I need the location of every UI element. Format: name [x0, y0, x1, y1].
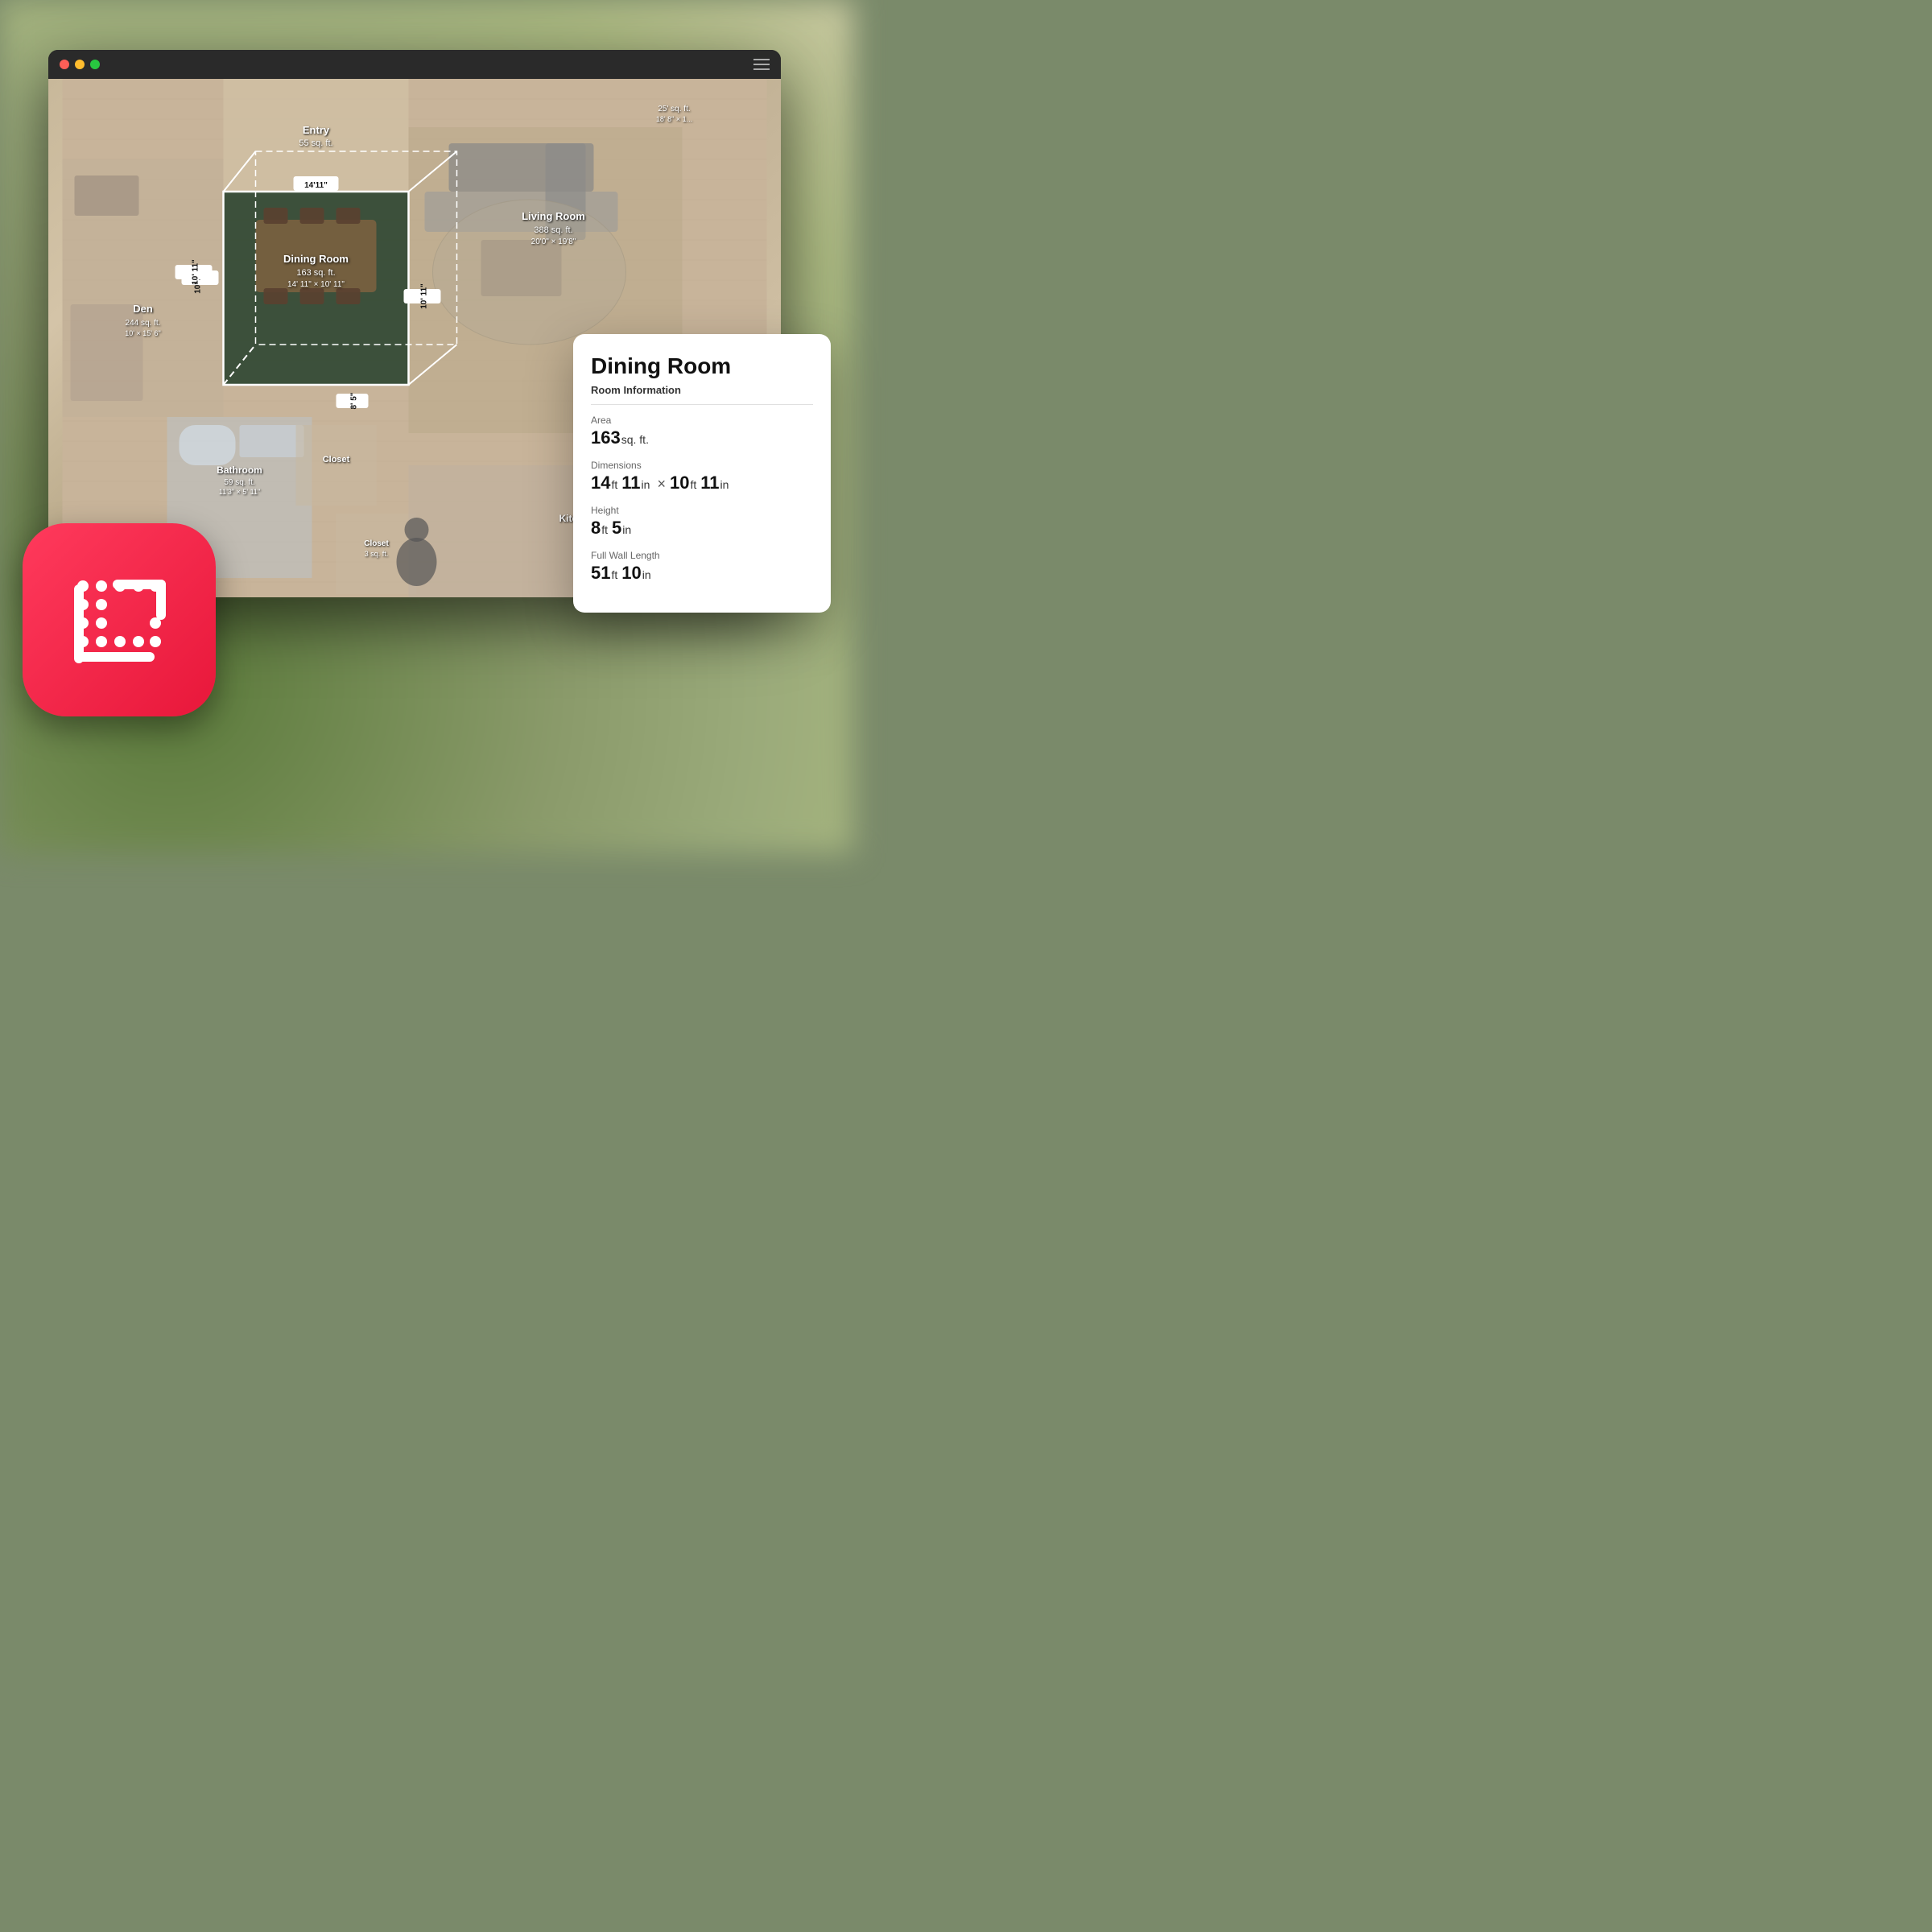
svg-text:10' 11": 10' 11"	[420, 283, 429, 309]
svg-text:Dining Room: Dining Room	[283, 253, 349, 265]
wall-length-value: 51 ft 10 in	[591, 563, 813, 584]
section-label: Room Information	[591, 384, 813, 396]
dimensions-value: 14 ft 11 in × 10 ft 11 in	[591, 473, 813, 493]
svg-text:14' 11" × 10' 11": 14' 11" × 10' 11"	[287, 280, 345, 289]
dim-ft-unit-2: ft	[690, 478, 696, 491]
svg-text:163 sq. ft.: 163 sq. ft.	[296, 268, 335, 278]
area-row: Area 163 sq. ft.	[591, 415, 813, 448]
wall-ft-unit: ft	[611, 568, 617, 581]
dimensions-label: Dimensions	[591, 460, 813, 471]
svg-text:55 sq. ft.: 55 sq. ft.	[299, 138, 332, 148]
height-value: 8 ft 5 in	[591, 518, 813, 539]
info-card: Dining Room Room Information Area 163 sq…	[573, 334, 831, 613]
titlebar	[48, 50, 781, 79]
height-in-unit: in	[622, 523, 631, 536]
height-in: 5	[612, 518, 621, 539]
wall-in: 10	[621, 563, 641, 584]
svg-text:59 sq. ft.: 59 sq. ft.	[224, 478, 254, 487]
menu-line-2	[753, 64, 770, 65]
menu-icon[interactable]	[753, 59, 770, 70]
area-unit: sq. ft.	[621, 433, 649, 446]
height-label: Height	[591, 505, 813, 516]
wall-length-row: Full Wall Length 51 ft 10 in	[591, 550, 813, 584]
app-icon[interactable]	[23, 523, 216, 716]
menu-line-1	[753, 59, 770, 60]
height-ft-unit: ft	[601, 523, 608, 536]
maximize-button[interactable]	[90, 60, 100, 69]
dim-ft-unit-1: ft	[611, 478, 617, 491]
area-number: 163	[591, 427, 621, 448]
dim-in2: 11	[700, 473, 719, 493]
svg-text:Den: Den	[133, 303, 153, 315]
svg-text:Closet: Closet	[323, 455, 350, 464]
svg-text:388 sq. ft.: 388 sq. ft.	[534, 225, 572, 235]
wall-length-label: Full Wall Length	[591, 550, 813, 561]
svg-text:11'3" × 5' 11": 11'3" × 5' 11"	[219, 488, 260, 496]
svg-text:10' 11": 10' 11"	[192, 259, 200, 285]
svg-text:Closet: Closet	[364, 539, 389, 548]
menu-line-3	[753, 68, 770, 70]
window-controls	[60, 60, 100, 69]
room-title: Dining Room	[591, 353, 813, 379]
svg-text:Entry: Entry	[303, 124, 330, 136]
svg-text:20'0" × 19'8": 20'0" × 19'8"	[531, 237, 576, 246]
dimensions-row: Dimensions 14 ft 11 in × 10 ft 11 in	[591, 460, 813, 493]
minimize-button[interactable]	[75, 60, 85, 69]
dim-ft1: 14	[591, 473, 610, 493]
svg-text:3 sq. ft.: 3 sq. ft.	[365, 550, 389, 558]
card-divider	[591, 404, 813, 405]
svg-text:Living Room: Living Room	[522, 210, 585, 222]
height-ft: 8	[591, 518, 601, 539]
svg-text:18' 8" × 1...: 18' 8" × 1...	[656, 115, 692, 123]
dim-ft2: 10	[670, 473, 689, 493]
dim-in1: 11	[621, 473, 640, 493]
svg-text:10' × 15' 6": 10' × 15' 6"	[125, 329, 160, 337]
wall-ft: 51	[591, 563, 610, 584]
svg-text:Bathroom: Bathroom	[217, 464, 262, 476]
dim-separator: ×	[657, 476, 666, 493]
wall-in-unit: in	[642, 568, 651, 581]
svg-text:8' 5": 8' 5"	[350, 392, 359, 409]
dim-in-unit-2: in	[720, 478, 729, 491]
svg-text:244 sq. ft.: 244 sq. ft.	[126, 319, 161, 328]
svg-text:14'11": 14'11"	[304, 181, 328, 190]
close-button[interactable]	[60, 60, 69, 69]
area-value: 163 sq. ft.	[591, 427, 813, 448]
area-label: Area	[591, 415, 813, 426]
height-row: Height 8 ft 5 in	[591, 505, 813, 539]
dim-in-unit-1: in	[642, 478, 650, 491]
app-icon-svg	[63, 564, 175, 676]
svg-text:25' sq. ft.: 25' sq. ft.	[658, 105, 690, 114]
